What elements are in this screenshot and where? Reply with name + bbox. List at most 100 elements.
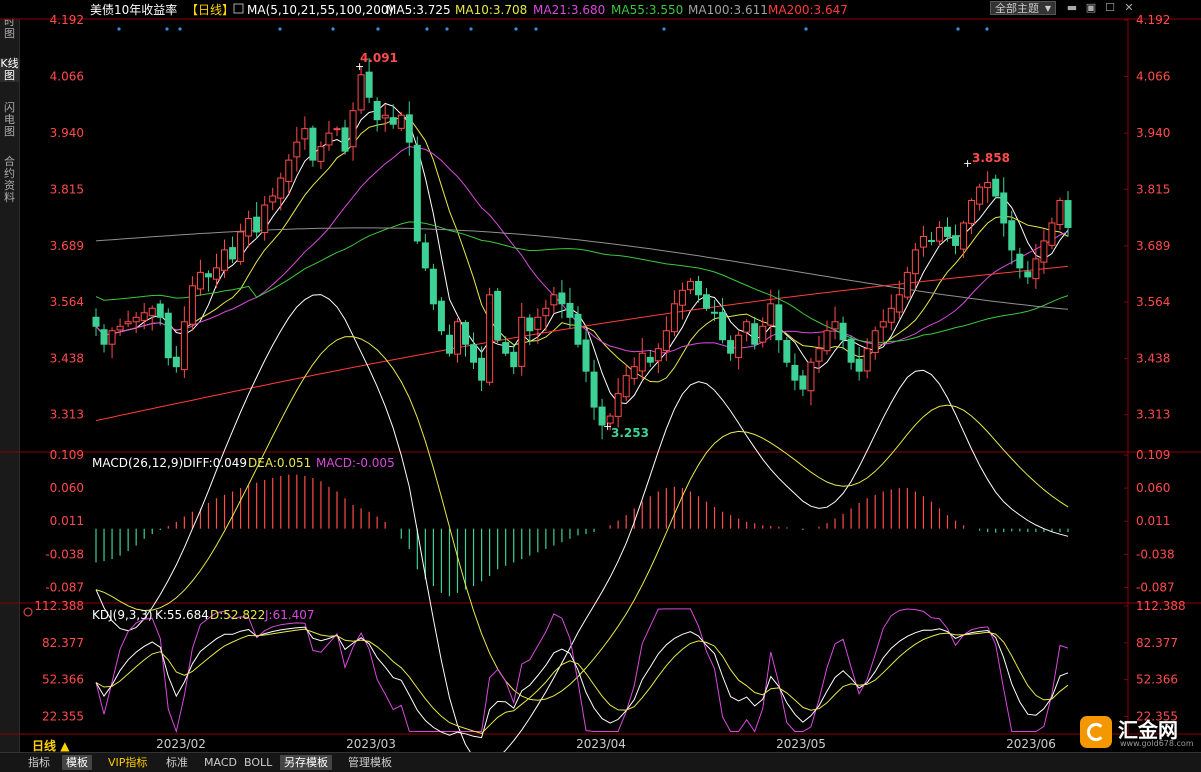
candle-body bbox=[156, 303, 164, 318]
candle-body bbox=[196, 271, 204, 290]
kdj-tick-left: 52.366 bbox=[42, 673, 84, 687]
macd-value: MACD:-0.005 bbox=[316, 456, 395, 470]
event-dot bbox=[376, 27, 380, 31]
candle-body bbox=[188, 285, 196, 325]
candle-body bbox=[871, 330, 879, 353]
tab-boll[interactable]: BOLL bbox=[240, 755, 276, 770]
candle-body bbox=[984, 182, 992, 189]
candle-body bbox=[534, 316, 542, 330]
candle-body bbox=[614, 393, 622, 417]
candle-body bbox=[686, 280, 694, 291]
candle-body bbox=[895, 294, 903, 313]
ma200-value: MA200:3.647 bbox=[768, 3, 848, 17]
candle-body bbox=[903, 271, 911, 298]
candle-body bbox=[116, 325, 124, 331]
event-dot bbox=[165, 27, 169, 31]
event-dot bbox=[469, 27, 473, 31]
theme-select[interactable]: 全部主题 ▼ bbox=[990, 1, 1056, 15]
candle-body bbox=[526, 317, 534, 332]
event-dot bbox=[956, 27, 960, 31]
candle-body bbox=[140, 312, 148, 321]
price-tick-right: 4.066 bbox=[1136, 70, 1170, 84]
candle-body bbox=[494, 290, 502, 341]
candle-body bbox=[1008, 220, 1016, 251]
event-dot bbox=[804, 27, 808, 31]
tab-save-template[interactable]: 另存模板 bbox=[280, 755, 332, 770]
kdj-name: KDJ(9,3,3) bbox=[92, 608, 153, 622]
kdj-j-line bbox=[95, 608, 1069, 734]
candle-body bbox=[630, 366, 638, 379]
annotation-high: 4.091 bbox=[360, 51, 398, 65]
ma5-value: MA5:3.725 bbox=[386, 3, 451, 17]
candle-body bbox=[751, 323, 759, 345]
x-label: 2023/06 bbox=[1006, 737, 1056, 751]
candle-body bbox=[1032, 258, 1040, 280]
close-icon[interactable]: ✕ bbox=[1121, 1, 1137, 15]
candle-body bbox=[719, 311, 727, 341]
candle-body bbox=[775, 304, 783, 341]
tab-macd[interactable]: MACD bbox=[200, 755, 241, 770]
chart-canvas[interactable]: 4.192 4.192 4.066 4.066 3.940 3.940 3.815 3.815… bbox=[0, 0, 1201, 752]
minimize-icon[interactable]: ▬ bbox=[1064, 1, 1080, 15]
tab-standard[interactable]: 标准 bbox=[162, 755, 192, 770]
candle-body bbox=[911, 249, 919, 275]
candle-body bbox=[349, 110, 357, 148]
event-dot bbox=[117, 27, 121, 31]
candle-body bbox=[486, 294, 494, 383]
candlesticks bbox=[92, 57, 1072, 440]
macd-tick-right: -0.087 bbox=[1136, 580, 1175, 594]
candle-body bbox=[100, 329, 108, 345]
tab-indicators[interactable]: 指标 bbox=[24, 755, 54, 770]
x-label: 2023/05 bbox=[776, 737, 826, 751]
tab-manage-templates[interactable]: 管理模板 bbox=[344, 755, 396, 770]
price-tick-left: 3.313 bbox=[50, 408, 84, 422]
candle-body bbox=[269, 195, 277, 203]
x-label: 2023/03 bbox=[346, 737, 396, 751]
tab-templates[interactable]: 模板 bbox=[62, 755, 92, 770]
candle-body bbox=[944, 226, 952, 237]
candle-body bbox=[462, 322, 470, 345]
candle-body bbox=[976, 186, 984, 205]
macd-tick-right: 0.011 bbox=[1136, 514, 1170, 528]
tab-vip-indicators[interactable]: VIP指标 bbox=[104, 755, 151, 770]
caret-up-icon: ▲ bbox=[60, 739, 70, 753]
candle-body bbox=[992, 178, 1000, 197]
candle-body bbox=[582, 339, 590, 372]
candle-body bbox=[309, 127, 317, 161]
price-tick-left: 4.192 bbox=[50, 13, 84, 27]
candle-body bbox=[124, 321, 132, 325]
annotation-recent-high: 3.858 bbox=[972, 151, 1010, 165]
candle-body bbox=[333, 128, 341, 131]
kdj-k-line bbox=[95, 626, 1069, 739]
candle-body bbox=[1048, 222, 1056, 246]
candle-body bbox=[855, 358, 863, 372]
event-dot bbox=[514, 27, 518, 31]
candle-body bbox=[301, 128, 309, 140]
candle-body bbox=[261, 204, 269, 234]
candle-body bbox=[397, 114, 405, 129]
candle-body bbox=[437, 300, 445, 332]
candle-body bbox=[285, 159, 293, 182]
candle-body bbox=[727, 340, 735, 354]
candle-body bbox=[574, 313, 582, 345]
logo-icon bbox=[1080, 716, 1112, 748]
price-tick-left: 3.815 bbox=[50, 182, 84, 196]
candle-body bbox=[646, 356, 654, 363]
recent-high-marker-icon: + bbox=[963, 157, 972, 170]
candle-body bbox=[445, 334, 453, 354]
candle-body bbox=[373, 101, 381, 121]
kdj-tick-left: 22.355 bbox=[42, 709, 84, 723]
ma200-line bbox=[95, 265, 1069, 422]
macd-diff-line bbox=[95, 294, 1069, 752]
maximize-icon[interactable]: ☐ bbox=[1102, 1, 1118, 15]
restore-icon[interactable]: ▣ bbox=[1083, 1, 1099, 15]
candle-body bbox=[831, 321, 839, 330]
indicator-settings-icon[interactable] bbox=[23, 607, 33, 617]
ma55-value: MA55:3.550 bbox=[611, 3, 683, 17]
moving-average-lines bbox=[95, 102, 1069, 422]
candle-body bbox=[968, 200, 976, 224]
price-tick-left: 3.689 bbox=[50, 239, 84, 253]
candle-body bbox=[245, 217, 253, 237]
candle-body bbox=[879, 321, 887, 328]
event-dot bbox=[278, 27, 282, 31]
